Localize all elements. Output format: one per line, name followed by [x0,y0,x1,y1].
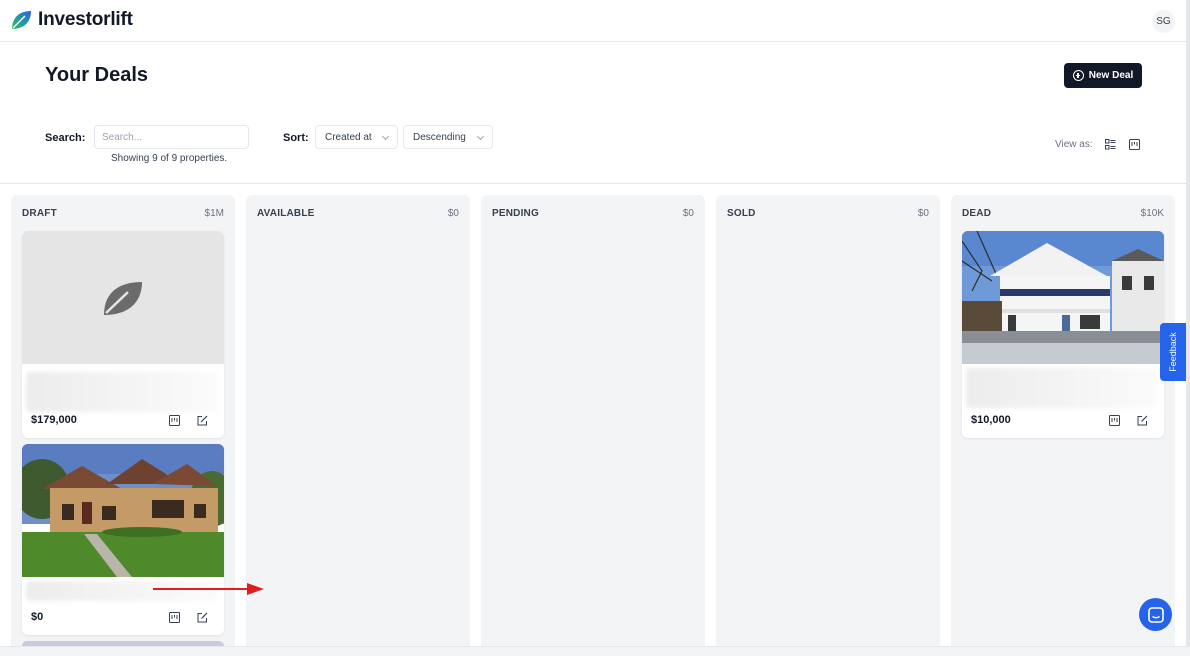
horizontal-scrollbar[interactable] [0,646,1190,656]
app-name: Investorlift [38,9,133,30]
sort-order-select[interactable]: Descending [403,125,493,149]
app-logo[interactable]: Investorlift [10,9,133,31]
column-total: $10K [1140,208,1164,219]
chevron-down-icon [381,132,390,141]
kanban-icon[interactable] [169,612,180,623]
sort-label: Sort: [283,132,309,144]
column-draft: DRAFT $1M $179,000 $0 [11,195,235,651]
property-image-placeholder [22,231,224,364]
kanban-view-icon[interactable] [1129,139,1140,150]
new-deal-label: New Deal [1088,70,1134,81]
annotation-arrow-line [153,588,248,590]
kanban-icon[interactable] [169,415,180,426]
sort-field-select[interactable]: Created at [315,125,398,149]
leaf-placeholder-icon [104,282,142,315]
sort-order-value: Descending [413,131,466,143]
column-available: AVAILABLE $0 [246,195,470,646]
results-count-text: Showing 9 of 9 properties. [111,153,228,164]
deal-price: $179,000 [31,414,77,426]
search-input[interactable] [94,125,249,149]
chevron-down-icon [476,132,485,141]
new-deal-button[interactable]: New Deal [1064,63,1142,88]
redacted-address [26,581,218,601]
deal-price: $10,000 [971,414,1011,426]
column-title: DEAD [962,208,992,219]
stone-house-photo [22,444,224,577]
leaf-logo-icon [12,11,31,29]
porch-house-photo [962,231,1164,364]
column-sold: SOLD $0 [716,195,940,646]
column-dead: DEAD $10K $10,000 [951,195,1175,646]
edit-icon[interactable] [197,415,208,426]
annotation-arrow-head [247,583,264,595]
deal-card[interactable]: $179,000 [22,231,224,438]
user-avatar[interactable]: SG [1152,10,1175,33]
page-scrollbar[interactable] [1186,0,1190,656]
column-total: $0 [447,208,459,219]
view-as-label: View as: [1055,139,1093,150]
column-title: DRAFT [22,208,57,219]
kanban-icon[interactable] [1109,415,1120,426]
chat-icon [1147,606,1164,623]
top-navigation-bar: Investorlift SG [0,0,1190,42]
redacted-address [966,368,1158,408]
column-pending: PENDING $0 [481,195,705,646]
plus-circle-icon [1072,70,1084,81]
column-total: $0 [917,208,929,219]
deal-price: $0 [31,611,44,623]
search-label: Search: [45,132,86,144]
column-total: $0 [682,208,694,219]
page-title: Your Deals [45,64,148,86]
edit-icon[interactable] [197,612,208,623]
chat-launcher-button[interactable] [1139,598,1172,631]
sort-field-value: Created at [325,131,372,143]
list-view-icon[interactable] [1105,139,1116,150]
redacted-address [26,372,218,412]
edit-icon[interactable] [1137,415,1148,426]
column-title: AVAILABLE [257,208,315,219]
deal-card[interactable]: $10,000 [962,231,1164,438]
column-title: PENDING [492,208,539,219]
column-title: SOLD [727,208,756,219]
column-total: $1M [204,208,224,219]
feedback-label: Feedback [1168,332,1178,372]
feedback-tab[interactable]: Feedback [1160,323,1186,381]
deal-card[interactable]: $0 [22,444,224,635]
